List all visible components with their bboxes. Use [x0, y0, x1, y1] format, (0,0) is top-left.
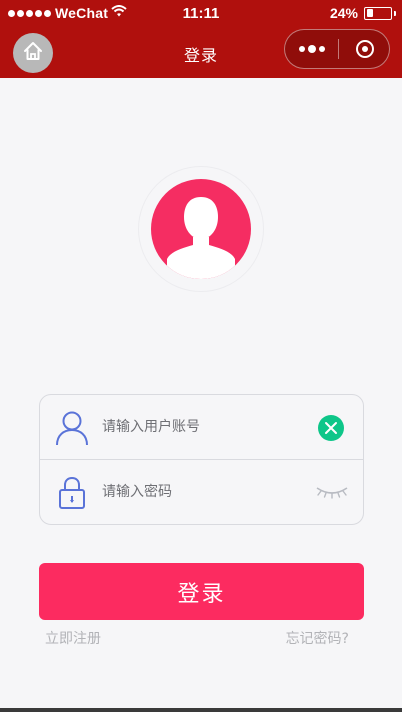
bottom-edge — [0, 708, 402, 712]
avatar-frame — [138, 166, 264, 292]
mini-program-capsule — [284, 29, 390, 69]
more-dot — [318, 46, 325, 52]
clear-x-icon — [325, 422, 337, 434]
close-miniprogram-button[interactable] — [339, 30, 390, 68]
toggle-password-visibility[interactable] — [314, 484, 350, 500]
username-input[interactable] — [102, 415, 302, 439]
password-input[interactable] — [102, 480, 302, 504]
navigation-bar: 登录 — [0, 27, 402, 78]
target-close-icon — [355, 40, 374, 58]
battery-icon — [364, 6, 396, 20]
clear-username-button[interactable] — [318, 415, 344, 441]
status-bar: WeChat 11:11 24% — [0, 0, 402, 27]
app-frame: WeChat 11:11 24% 登录 请输入用户账号 登录 立即注册 忘记密码… — [0, 0, 402, 712]
login-button[interactable]: 登录 — [39, 563, 364, 620]
battery-percent: 24% — [329, 5, 358, 21]
user-icon — [55, 410, 89, 446]
more-button[interactable] — [285, 30, 338, 68]
person-silhouette-icon — [167, 197, 235, 279]
more-dot — [307, 45, 316, 53]
more-dot — [298, 46, 305, 52]
battery-indicator: 24% — [329, 5, 396, 21]
battery-fill — [366, 9, 373, 17]
eye-closed-icon — [316, 487, 348, 499]
login-form — [39, 394, 364, 525]
avatar — [151, 179, 251, 279]
lock-icon — [55, 475, 89, 511]
password-row — [40, 460, 363, 524]
battery-tip — [394, 10, 396, 16]
forgot-password-link[interactable]: 忘记密码? — [286, 628, 349, 648]
username-row — [40, 395, 363, 459]
register-link[interactable]: 立即注册 — [45, 628, 101, 648]
